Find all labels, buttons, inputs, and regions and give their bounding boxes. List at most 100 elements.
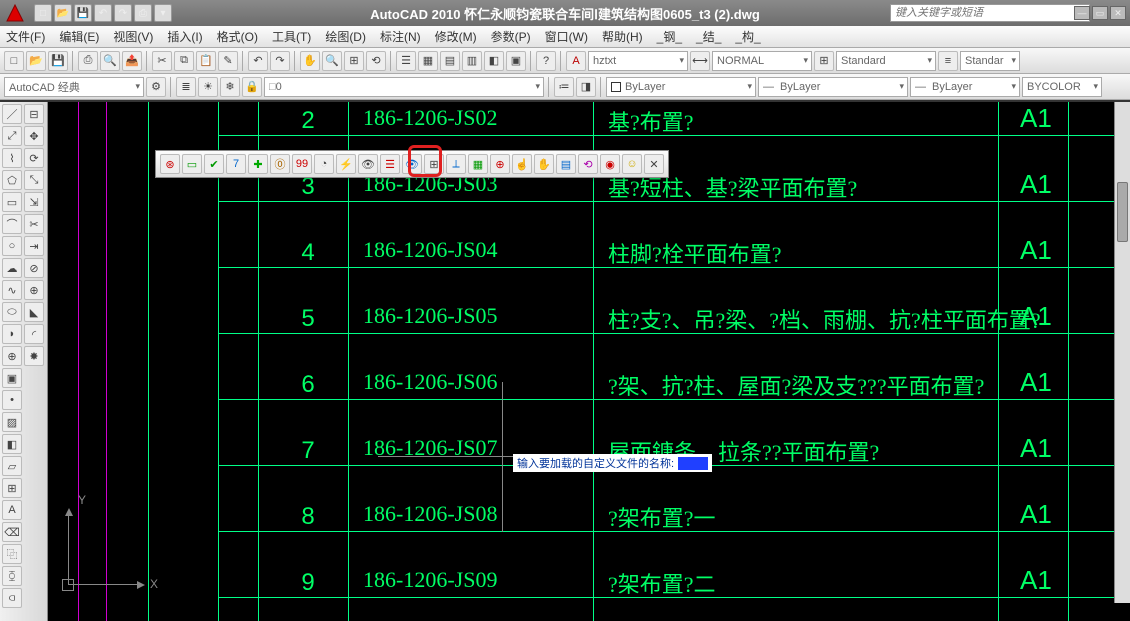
tool-icon[interactable]: ▦ [468, 154, 488, 174]
menu-draw[interactable]: 绘图(D) [325, 28, 366, 45]
prompt-input[interactable] [678, 457, 708, 470]
close-float-icon[interactable]: ✕ [644, 154, 664, 174]
new-icon[interactable]: □ [4, 51, 24, 71]
spline-icon[interactable]: ∿ [2, 280, 22, 300]
revcloud-icon[interactable]: ☁ [2, 258, 22, 278]
tool-icon[interactable]: 👁 [358, 154, 378, 174]
block-icon[interactable]: ▣ [2, 368, 22, 388]
copy-icon[interactable]: ⧉ [174, 51, 194, 71]
zoom-win-icon[interactable]: ⊞ [344, 51, 364, 71]
list-icon[interactable]: ☰ [380, 154, 400, 174]
table-style-combo[interactable]: Standard [836, 51, 936, 71]
tool-icon[interactable]: ▤ [556, 154, 576, 174]
target-icon[interactable]: ⊕ [490, 154, 510, 174]
app-logo[interactable] [0, 0, 30, 26]
text-style-combo[interactable]: hztxt [588, 51, 688, 71]
undo-icon[interactable]: ↶ [94, 4, 112, 22]
layer-freeze-icon[interactable]: ❄ [220, 77, 240, 97]
pan-icon[interactable]: ✋ [300, 51, 320, 71]
tool-icon[interactable]: ⊛ [160, 154, 180, 174]
match-icon[interactable]: ✎ [218, 51, 238, 71]
move-icon[interactable]: ✥ [24, 126, 44, 146]
gradient-icon[interactable]: ◧ [2, 434, 22, 454]
layer-lock-icon[interactable]: 🔒 [242, 77, 262, 97]
menu-window[interactable]: 窗口(W) [545, 28, 588, 45]
plus-icon[interactable]: ✚ [248, 154, 268, 174]
menu-file[interactable]: 文件(F) [6, 28, 45, 45]
redo-icon[interactable]: ↷ [114, 4, 132, 22]
tool-icon[interactable]: ⚡ [336, 154, 356, 174]
check-icon[interactable]: ✔ [204, 154, 224, 174]
search-input[interactable] [890, 4, 1090, 22]
menu-steel[interactable]: _钢_ [657, 28, 682, 45]
close-icon[interactable]: ✕ [1110, 6, 1126, 20]
ws-settings-icon[interactable]: ⚙ [146, 77, 166, 97]
save-icon[interactable]: 💾 [48, 51, 68, 71]
tool-icon[interactable]: ⟲ [578, 154, 598, 174]
erase-icon[interactable]: ⌫ [2, 522, 22, 542]
polygon-icon[interactable]: ⬠ [2, 170, 22, 190]
layer-iso-icon[interactable]: ◨ [576, 77, 596, 97]
menu-format[interactable]: 格式(O) [217, 28, 258, 45]
maximize-icon[interactable]: ▭ [1092, 6, 1108, 20]
table-icon[interactable]: ⊞ [2, 478, 22, 498]
markup-icon[interactable]: ◧ [484, 51, 504, 71]
mirror-icon[interactable]: ⧲ [2, 566, 22, 586]
open-icon[interactable]: 📂 [26, 51, 46, 71]
ellipse-icon[interactable]: ⬭ [2, 302, 22, 322]
menu-param[interactable]: 参数(P) [491, 28, 531, 45]
menu-view[interactable]: 视图(V) [113, 28, 153, 45]
new-icon[interactable]: □ [34, 4, 52, 22]
tool-icon[interactable]: ☝ [512, 154, 532, 174]
table-style-icon[interactable]: ⊞ [814, 51, 834, 71]
menu-tools[interactable]: 工具(T) [272, 28, 311, 45]
dc-icon[interactable]: ▦ [418, 51, 438, 71]
break-icon[interactable]: ⊘ [24, 258, 44, 278]
eye-icon[interactable]: 👁 [402, 154, 422, 174]
tool-icon[interactable]: ⊞ [424, 154, 444, 174]
plotstyle-combo[interactable]: BYCOLOR [1022, 77, 1102, 97]
tool-icon[interactable]: 99 [292, 154, 312, 174]
hatch-icon[interactable]: ▨ [2, 412, 22, 432]
layer-combo[interactable]: □ 0 [264, 77, 544, 97]
ml-style-icon[interactable]: ≡ [938, 51, 958, 71]
tool-icon[interactable]: ⟂ [446, 154, 466, 174]
layer-state-icon[interactable]: ≔ [554, 77, 574, 97]
extend-icon[interactable]: ⇥ [24, 236, 44, 256]
tp-icon[interactable]: ▤ [440, 51, 460, 71]
copy-icon[interactable]: ⿻ [2, 544, 22, 564]
properties-icon[interactable]: ☰ [396, 51, 416, 71]
layer-prop-icon[interactable]: ≣ [176, 77, 196, 97]
text-style-icon[interactable]: A [566, 51, 586, 71]
ellipsearc-icon[interactable]: ◗ [2, 324, 22, 344]
trim-icon[interactable]: ✂ [24, 214, 44, 234]
menu-gou[interactable]: _构_ [735, 28, 760, 45]
circle-icon[interactable]: ○ [2, 236, 22, 256]
zoom-prev-icon[interactable]: ⟲ [366, 51, 386, 71]
fillet-icon[interactable]: ◜ [24, 324, 44, 344]
pline-icon[interactable]: ⌇ [2, 148, 22, 168]
save-icon[interactable]: 💾 [74, 4, 92, 22]
floating-toolbar[interactable]: ⊛ ▭ ✔ 7 ✚ ⓪ 99 ◔ ⚡ 👁 ☰ 👁 ⊞ ⟂ ▦ ⊕ ☝ ✋ ▤ ⟲… [155, 150, 669, 178]
menu-modify[interactable]: 修改(M) [435, 28, 477, 45]
fan-icon[interactable]: ◔ [314, 154, 334, 174]
print-icon[interactable]: ⎙ [134, 4, 152, 22]
command-prompt[interactable]: 输入要加载的自定义文件的名称: [513, 454, 712, 472]
line-icon[interactable]: ／ [2, 104, 22, 124]
help-icon[interactable]: ? [536, 51, 556, 71]
rotate-icon[interactable]: ⟳ [24, 148, 44, 168]
offset-icon[interactable]: ⫏ [2, 588, 22, 608]
explode-icon[interactable]: ✸ [24, 346, 44, 366]
menu-help[interactable]: 帮助(H) [602, 28, 643, 45]
rect-icon[interactable]: ▭ [2, 192, 22, 212]
array-icon[interactable]: ⊟ [24, 104, 44, 124]
drawing-canvas[interactable]: 2186-1206-JS02基?布置?A13186-1206-JS03基?短柱、… [48, 102, 1130, 621]
point-icon[interactable]: • [2, 390, 22, 410]
arc-icon[interactable]: ⌒ [2, 214, 22, 234]
zoom-rt-icon[interactable]: 🔍 [322, 51, 342, 71]
xline-icon[interactable]: ⤢ [2, 126, 22, 146]
publish-icon[interactable]: 📤 [122, 51, 142, 71]
lineweight-combo[interactable]: —ByLayer [910, 77, 1020, 97]
color-combo[interactable]: ByLayer [606, 77, 756, 97]
ssm-icon[interactable]: ▥ [462, 51, 482, 71]
